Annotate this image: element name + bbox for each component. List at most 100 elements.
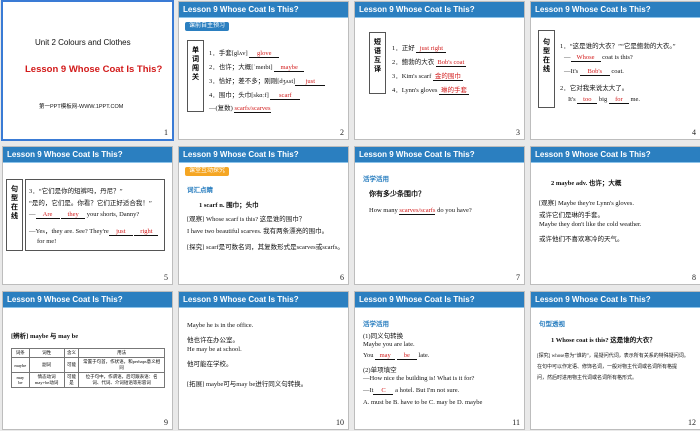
item-row: 1．手套[glʌv] glove: [209, 47, 280, 58]
item-row: [观察] Maybe they're Lynn's gloves.: [539, 200, 634, 207]
header-rule: [531, 162, 700, 163]
slide-thumbnail-1[interactable]: Unit 2 Colours and Clothes Lesson 9 Whos…: [1, 0, 174, 141]
item-row: Maybe you are late.: [363, 341, 415, 348]
item-label: —Yes，they are. See? They're: [29, 228, 109, 235]
slide-number: 5: [164, 273, 168, 282]
item-label: 4．围巾；头巾[skɑːf]: [209, 92, 269, 99]
table-cell: 词条: [11, 348, 30, 358]
answer-text: scarfs/scarves: [234, 105, 271, 113]
item-label: It's: [568, 96, 576, 103]
answer-text: for: [608, 96, 629, 104]
item-text: coat.: [611, 68, 624, 75]
item-row: Maybe they don't like the cold weather.: [539, 221, 642, 228]
answer-text: Bob's coat: [435, 59, 466, 67]
slide-thumbnail-6[interactable]: Lesson 9 Whose Coat Is This? 课堂互动探究 词汇点睛…: [178, 146, 349, 285]
item-row: 或许他们不喜欢寒冷的天气。: [539, 236, 624, 243]
item-label: 2．也许；大概[ˈmeɪbi]: [209, 64, 273, 71]
item-row: 他可能在学校。: [187, 361, 233, 368]
item-row: — Are they your shorts, Danny?: [29, 211, 139, 219]
side-label: 句型在线: [543, 38, 550, 73]
header-rule: [355, 17, 524, 18]
answer-text: scarves/scarfs: [399, 207, 436, 215]
slide-number: 8: [692, 273, 696, 282]
slide-thumbnail-3[interactable]: Lesson 9 Whose Coat Is This? 短语互译 1．正好 j…: [354, 1, 525, 140]
item-row: “是的，它们是。你看？它们正好适合我！”: [29, 200, 152, 207]
table-cell: 词性: [28, 348, 65, 358]
slide-number: 2: [340, 128, 344, 137]
table-cell: 可能: [63, 357, 80, 373]
answer-text: right: [134, 228, 159, 236]
slide-number: 10: [336, 418, 344, 427]
item-row: (1)同义句转换: [363, 333, 404, 340]
table-cell: 用法: [78, 348, 165, 358]
table-cell: 可能是: [63, 372, 80, 388]
sub-heading: [辨析] maybe 与 may be: [11, 333, 79, 340]
item-label: 3．Kim's scarf: [392, 73, 432, 80]
table-row: may be 情态动词may+be动词 可能是 位于句中，作谓语，后可跟表语：名词、代…: [11, 372, 165, 388]
slide-thumbnail-2[interactable]: Lesson 9 Whose Coat Is This? 课前自主预习 单词闯关…: [178, 1, 349, 140]
answer-text: may: [375, 352, 396, 360]
item-row: Maybe he is in the office.: [187, 322, 254, 329]
table-cell: maybe: [11, 357, 30, 373]
table-cell: 位于句中，作谓语，后可跟表语：名词、代词、介词短语等形容词: [78, 372, 165, 388]
slide-number: 3: [516, 128, 520, 137]
item-label: 1．手套[glʌv]: [209, 50, 248, 57]
item-text: late.: [418, 352, 430, 359]
answer-text: just: [295, 78, 326, 86]
slide-header: Lesson 9 Whose Coat Is This?: [531, 2, 700, 17]
item-row: 3．“它们是你的短裤吗，丹尼？”: [29, 188, 123, 195]
header-rule: [179, 307, 348, 308]
slide-thumbnail-grid: Unit 2 Colours and Clothes Lesson 9 Whos…: [0, 0, 700, 431]
item-row: 问，然后时进用物主代词或名词所有格形式。: [537, 376, 638, 381]
header-rule: [355, 162, 524, 163]
slide-number: 1: [164, 128, 168, 137]
slide-number: 9: [164, 418, 168, 427]
header-rule: [355, 307, 524, 308]
slide-number: 6: [340, 273, 344, 282]
item-row: [观察] Whose scarf is this? 这是谁的围巾？: [187, 216, 306, 223]
slide-thumbnail-12[interactable]: Lesson 9 Whose Coat Is This? 句型透视 1 Whos…: [530, 291, 700, 430]
slide-thumbnail-5[interactable]: Lesson 9 Whose Coat Is This? 句型在线 3．“它们是…: [2, 146, 173, 285]
item-row: 在句中可以作定语、修饰名词，一般对物主代词或名词所有格提: [537, 365, 678, 370]
item-text: coat is this?: [602, 54, 633, 61]
comparison-table: 词条 词性 含义 用法 maybe 副词 可能 常置于句首，作状语，和perhaps意义相同…: [11, 348, 165, 388]
item-text: a hotel. But I'm not sure.: [395, 387, 460, 394]
section-tag: 课前自主预习: [185, 22, 230, 31]
item-row: 你有多少条围巾？: [369, 190, 425, 198]
answer-text: glove: [249, 50, 280, 58]
slide-header: Lesson 9 Whose Coat Is This?: [179, 147, 348, 162]
item-row: 2．鲍勃的大衣 Bob's coat: [392, 56, 466, 67]
header-rule: [179, 17, 348, 18]
slide-thumbnail-7[interactable]: Lesson 9 Whose Coat Is This? 活学活用 你有多少条围…: [354, 146, 525, 285]
answer-text: maybe: [274, 64, 305, 72]
item-label: —It: [363, 387, 374, 394]
answer-text: Whose: [570, 54, 601, 62]
slide-header: Lesson 9 Whose Coat Is This?: [179, 2, 348, 17]
answer-text: be: [396, 352, 417, 360]
table-row: 词条 词性 含义 用法: [11, 348, 165, 358]
item-row: 1．正好 just right: [392, 42, 447, 53]
item-row: 3．Kim's scarf 金的围巾: [392, 70, 463, 81]
side-label: 短语互译: [374, 38, 381, 73]
item-row: [探究] scarf是可数名词，其复数形式是scarves或scarfs。: [187, 244, 344, 251]
answer-text: 金的围巾: [432, 70, 463, 81]
item-row: [探究] whose意为“谁的”，是疑问代词，表示所有关系的特殊疑问词。: [537, 354, 689, 359]
side-label: 句型在线: [11, 185, 18, 220]
answer-text: 琳的手套: [439, 84, 470, 95]
slide-header: Lesson 9 Whose Coat Is This?: [355, 2, 524, 17]
slide-thumbnail-11[interactable]: Lesson 9 Whose Coat Is This? 活学活用 (1)同义句…: [354, 291, 525, 430]
item-row: 1 scarf n. 围巾；头巾: [199, 202, 259, 209]
footer-text: 第一PPT模板网-WWW.1PPT.COM: [39, 104, 124, 110]
slide-thumbnail-4[interactable]: Lesson 9 Whose Coat Is This? 句型在线 1．“这是谁…: [530, 1, 700, 140]
item-row: [拓展] maybe可与may be进行同义句转换。: [187, 381, 308, 388]
table-row: maybe 副词 可能 常置于句首，作状语，和perhaps意义相同: [11, 357, 165, 373]
item-label: 3．恰好；差不多；刚刚[dʒʌst]: [209, 78, 296, 85]
slide-header: Lesson 9 Whose Coat Is This?: [355, 147, 524, 162]
unit-title: Unit 2 Colours and Clothes: [35, 38, 131, 47]
item-row: —It's Bob's coat.: [564, 68, 624, 76]
slide-header: Lesson 9 Whose Coat Is This?: [3, 147, 172, 162]
slide-thumbnail-9[interactable]: Lesson 9 Whose Coat Is This? [辨析] maybe …: [2, 291, 173, 430]
header-rule: [3, 307, 172, 308]
slide-thumbnail-8[interactable]: Lesson 9 Whose Coat Is This? 2 maybe adv…: [530, 146, 700, 285]
slide-thumbnail-10[interactable]: Lesson 9 Whose Coat Is This? Maybe he is…: [178, 291, 349, 430]
